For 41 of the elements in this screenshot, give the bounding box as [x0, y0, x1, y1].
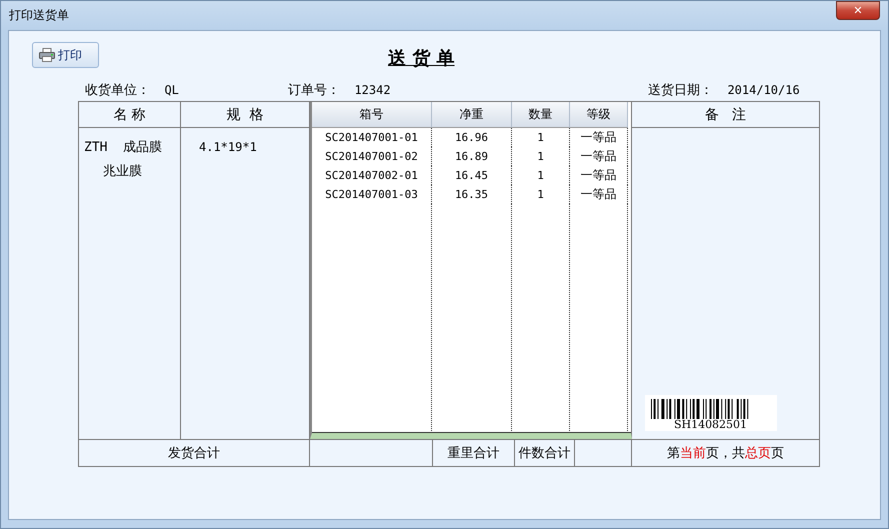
printer-icon [39, 48, 55, 62]
document-title: 送 货 单 [388, 47, 455, 70]
table-cell: 发货合计 [79, 440, 310, 466]
table-cell: 一等品 [570, 185, 628, 204]
table-cell: 1 [512, 128, 570, 147]
field-label: 收货单位： [85, 82, 150, 98]
table-cell: 一等品 [570, 147, 628, 166]
table-cell: 1 [512, 166, 570, 185]
field-value: 12342 [353, 82, 391, 96]
table-cell: 16.89 [432, 147, 512, 166]
table-cell-text: 兆业膜 [102, 163, 143, 180]
table-cell: SC201407002-01 [312, 166, 432, 185]
close-button[interactable]: ✕ [836, 1, 880, 20]
table-cell: SC201407001-01 [312, 128, 432, 147]
table-cell: SC201407001-02 [312, 147, 432, 166]
barcode-number: SH14082501 [674, 419, 748, 431]
table-cell: 1 [512, 185, 570, 204]
column-header: 备 注 [632, 102, 819, 128]
table-cell: 件数合计 [515, 440, 575, 466]
field-label: 订单号： [288, 82, 340, 98]
column-header: 箱号 [312, 102, 432, 128]
page-indicator: 第当前页，共总页页 [666, 445, 785, 463]
column-header: 名 称 [79, 102, 181, 128]
table-cell: SC201407001-03 [312, 185, 432, 204]
table-cell: 一等品 [570, 128, 628, 147]
table-cell-text: ZTH 成品膜 [84, 139, 164, 156]
print-button[interactable]: 打印 [32, 42, 99, 68]
window-title: 打印送货单 [9, 7, 69, 24]
table-cell: 4.1*19*1 [199, 140, 257, 154]
table-cell: 16.45 [432, 166, 512, 185]
column-header: 数量 [512, 102, 570, 128]
field-label: 送货日期： [648, 82, 713, 98]
table-cell: 一等品 [570, 166, 628, 185]
table-cell: 重里合计 [433, 440, 515, 466]
table-cell: 16.96 [432, 128, 512, 147]
column-header: 净重 [432, 102, 512, 128]
column-header: 等级 [570, 102, 628, 128]
table-cell: 1 [512, 147, 570, 166]
field-value: 2014/10/16 [726, 82, 800, 96]
field-value: QL [163, 82, 179, 96]
table-cell: 16.35 [432, 185, 512, 204]
